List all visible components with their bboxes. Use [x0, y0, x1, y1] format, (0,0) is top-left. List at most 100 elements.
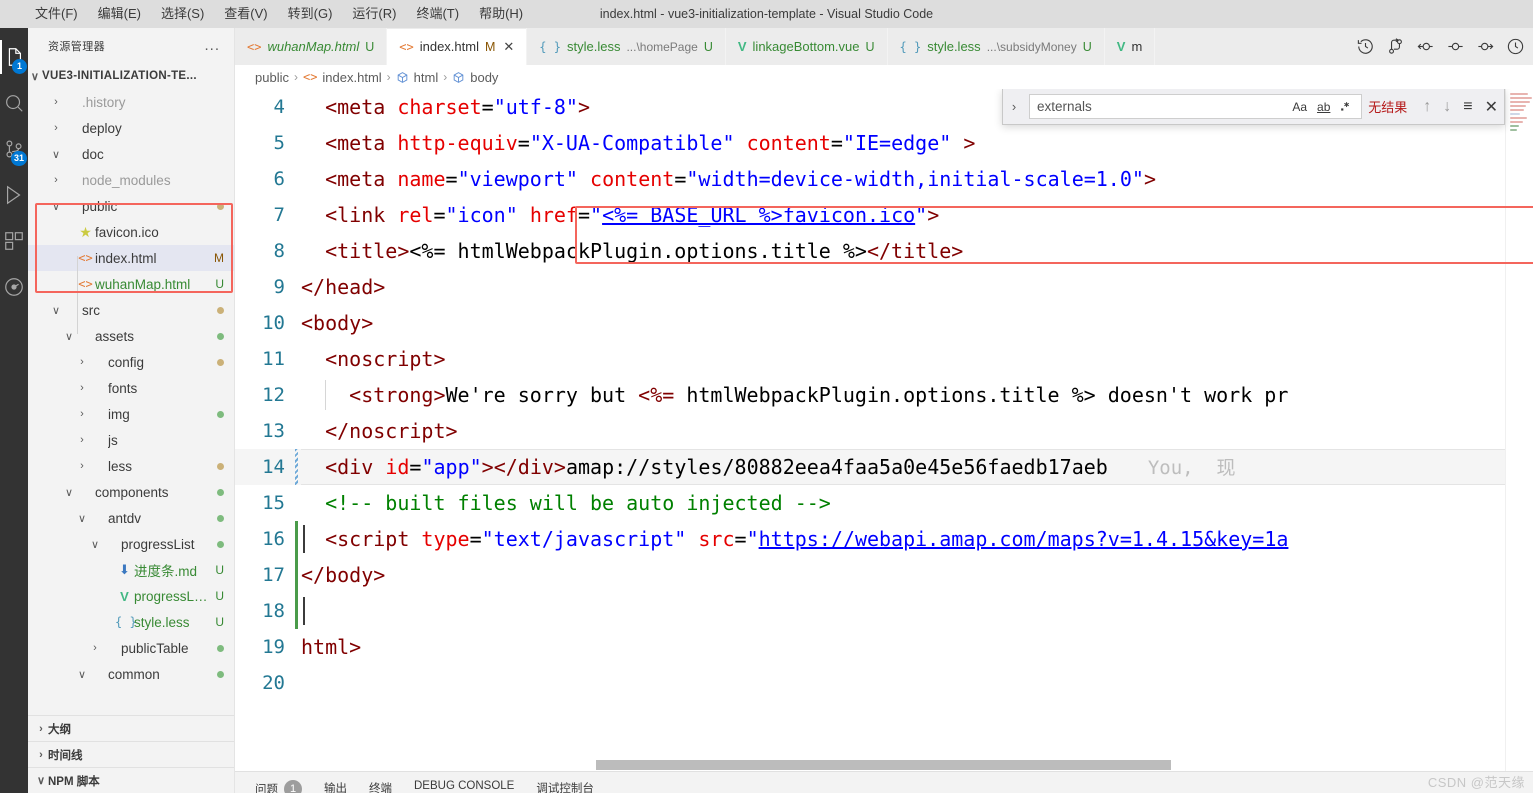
chevron-down-icon[interactable]: ∨	[62, 330, 76, 343]
chevron-right-icon[interactable]: ›	[49, 174, 63, 186]
chevron-right-icon[interactable]: ›	[75, 460, 89, 472]
tree-row-config[interactable]: › config	[28, 349, 234, 375]
horizontal-scrollbar[interactable]	[301, 759, 1505, 771]
tree-row-deploy[interactable]: › deploy	[28, 115, 234, 141]
tree-row-less[interactable]: › less	[28, 453, 234, 479]
editor-tab-index-html-1[interactable]: <> index.html M ✕	[387, 28, 528, 65]
menu-item-help[interactable]: 帮助(H)	[470, 3, 532, 25]
step-back-icon[interactable]	[1416, 37, 1435, 56]
code-token-link[interactable]: <%= BASE_URL %>favicon.ico	[602, 203, 915, 227]
activity-bar-item-run-debug[interactable]	[0, 172, 28, 218]
code-line-6[interactable]: 6 <meta name="viewport" content="width=d…	[235, 161, 1533, 197]
sidebar-section-timeline[interactable]: › 时间线	[28, 741, 234, 767]
code-line-18[interactable]: 18	[235, 593, 1533, 629]
code-token-link[interactable]: https://webapi.amap.com/maps?v=1.4.15&ke…	[759, 527, 1289, 551]
match-case-icon[interactable]: Aa	[1290, 100, 1309, 114]
panel-tab-debug-console-en[interactable]: DEBUG CONSOLE	[414, 772, 514, 792]
tree-row-index-html[interactable]: <> index.html M	[28, 245, 234, 271]
tree-row--history[interactable]: › .history	[28, 89, 234, 115]
activity-bar-item-extensions[interactable]	[0, 218, 28, 264]
sidebar-section-outline[interactable]: › 大纲	[28, 715, 234, 741]
chevron-down-icon[interactable]: ∨	[49, 200, 63, 213]
tree-row-js[interactable]: › js	[28, 427, 234, 453]
tree-row-workspace-root[interactable]: ∨ VUE3-INITIALIZATION-TE...	[28, 63, 234, 89]
code-lines[interactable]: 4 <meta charset="utf-8"> 5 <meta http-equ…	[235, 89, 1533, 771]
find-input-wrapper[interactable]: externals Aa ab	[1029, 94, 1363, 119]
code-line-14[interactable]: 14 <div id="app"></div>amap://styles/808…	[235, 449, 1533, 485]
branch-compare-icon[interactable]	[1386, 37, 1405, 56]
file-tree[interactable]: ∨ VUE3-INITIALIZATION-TE... › .history › de…	[28, 63, 234, 715]
activity-bar-item-source-control[interactable]: 31	[0, 126, 28, 172]
tree-row-node_modules[interactable]: › node_modules	[28, 167, 234, 193]
minimap[interactable]	[1505, 89, 1533, 771]
tree-row-img[interactable]: › img	[28, 401, 234, 427]
panel-tab-debug-console[interactable]: 调试控制台	[536, 772, 594, 793]
code-line-12[interactable]: 12 <strong>We're sorry but <%= htmlWebpa…	[235, 377, 1533, 413]
find-input[interactable]: externals	[1037, 99, 1283, 114]
activity-bar-item-search[interactable]	[0, 80, 28, 126]
code-line-5[interactable]: 5 <meta http-equiv="X-UA-Compatible" con…	[235, 125, 1533, 161]
panel-tab-terminal[interactable]: 终端	[369, 772, 392, 793]
next-match-icon[interactable]: ↓	[1443, 98, 1451, 116]
activity-bar-item-explorer[interactable]: 1	[0, 34, 28, 80]
tree-row-assets[interactable]: ∨ assets	[28, 323, 234, 349]
editor-tab-m-5[interactable]: Vm	[1104, 28, 1156, 65]
panel-tab-problems[interactable]: 问题 1	[255, 772, 302, 793]
chevron-right-icon[interactable]: ›	[34, 723, 48, 735]
chevron-right-icon[interactable]: ›	[75, 382, 89, 394]
toggle-replace-icon[interactable]: ›	[1005, 99, 1023, 114]
sidebar-section-npm-scripts[interactable]: ∨ NPM 脚本	[28, 767, 234, 793]
tree-row-progresslist[interactable]: ∨ progressList	[28, 531, 234, 557]
tree-row-progresslis-[interactable]: VprogressLis... U	[28, 583, 234, 609]
chevron-down-icon[interactable]: ∨	[88, 538, 102, 551]
chevron-right-icon[interactable]: ›	[75, 434, 89, 446]
tree-row-style-less[interactable]: { } style.less U	[28, 609, 234, 635]
tree-row-common[interactable]: ∨ common	[28, 661, 234, 687]
editor-tab-linkagebottom-vue-3[interactable]: VlinkageBottom.vue U	[725, 28, 888, 65]
tree-row-src[interactable]: ∨ src	[28, 297, 234, 323]
chevron-down-icon[interactable]: ∨	[75, 512, 89, 525]
horizontal-scrollbar-thumb[interactable]	[596, 760, 1171, 770]
code-line-20[interactable]: 20	[235, 665, 1533, 701]
match-whole-word-icon[interactable]: ab	[1314, 100, 1333, 114]
chevron-down-icon[interactable]: ∨	[28, 70, 42, 83]
chevron-right-icon[interactable]: ›	[49, 122, 63, 134]
history-icon[interactable]	[1356, 37, 1375, 56]
previous-match-icon[interactable]: ↑	[1423, 98, 1431, 116]
chevron-right-icon[interactable]: ›	[75, 356, 89, 368]
chevron-right-icon[interactable]: ›	[34, 749, 48, 761]
code-line-10[interactable]: 10 <body>	[235, 305, 1533, 341]
tree-row-publictable[interactable]: › publicTable	[28, 635, 234, 661]
code-line-7[interactable]: 7 <link rel="icon" href="<%= BASE_URL %>…	[235, 197, 1533, 233]
breadcrumb-item-folder[interactable]: public	[255, 70, 289, 85]
clock-icon[interactable]	[1506, 37, 1525, 56]
step-forward-icon[interactable]	[1476, 37, 1495, 56]
chevron-right-icon[interactable]: ›	[49, 96, 63, 108]
editor-tab-wuhanmap-html-0[interactable]: <> wuhanMap.html U	[235, 28, 388, 65]
chevron-right-icon[interactable]: ›	[75, 408, 89, 420]
code-line-16[interactable]: 16 <script type="text/javascript" src="h…	[235, 521, 1533, 557]
code-editor[interactable]: 4 <meta charset="utf-8"> 5 <meta http-equ…	[235, 89, 1533, 771]
code-line-13[interactable]: 13 </noscript>	[235, 413, 1533, 449]
code-line-15[interactable]: 15 <!-- built files will be auto injecte…	[235, 485, 1533, 521]
code-line-8[interactable]: 8 <title><%= htmlWebpackPlugin.options.t…	[235, 233, 1533, 269]
chevron-down-icon[interactable]: ∨	[49, 304, 63, 317]
code-line-17[interactable]: 17 </body>	[235, 557, 1533, 593]
find-widget[interactable]: › externals Aa ab 无结果 ↑ ↓ ≡ ✕	[1002, 89, 1505, 125]
code-line-11[interactable]: 11 <noscript>	[235, 341, 1533, 377]
menu-item-terminal[interactable]: 终端(T)	[407, 3, 468, 25]
menu-item-file[interactable]: 文件(F)	[26, 3, 87, 25]
use-regex-icon[interactable]	[1338, 100, 1357, 113]
find-in-selection-icon[interactable]: ≡	[1463, 98, 1472, 116]
breadcrumb-item-html[interactable]: html	[396, 70, 438, 85]
tree-row-fonts[interactable]: › fonts	[28, 375, 234, 401]
menu-item-selection[interactable]: 选择(S)	[152, 3, 213, 25]
commit-icon[interactable]	[1446, 37, 1465, 56]
editor-tab-style-less-4[interactable]: { } style.less ...\subsidyMoney U	[887, 28, 1105, 65]
activity-bar-item-remote[interactable]	[0, 264, 28, 310]
menu-item-edit[interactable]: 编辑(E)	[89, 3, 150, 25]
tree-row-进度条-md[interactable]: ⬇ 进度条.md U	[28, 557, 234, 583]
menu-item-go[interactable]: 转到(G)	[279, 3, 342, 25]
tree-row-favicon-ico[interactable]: ★ favicon.ico	[28, 219, 234, 245]
editor-tab-style-less-2[interactable]: { } style.less ...\homePage U	[527, 28, 726, 65]
